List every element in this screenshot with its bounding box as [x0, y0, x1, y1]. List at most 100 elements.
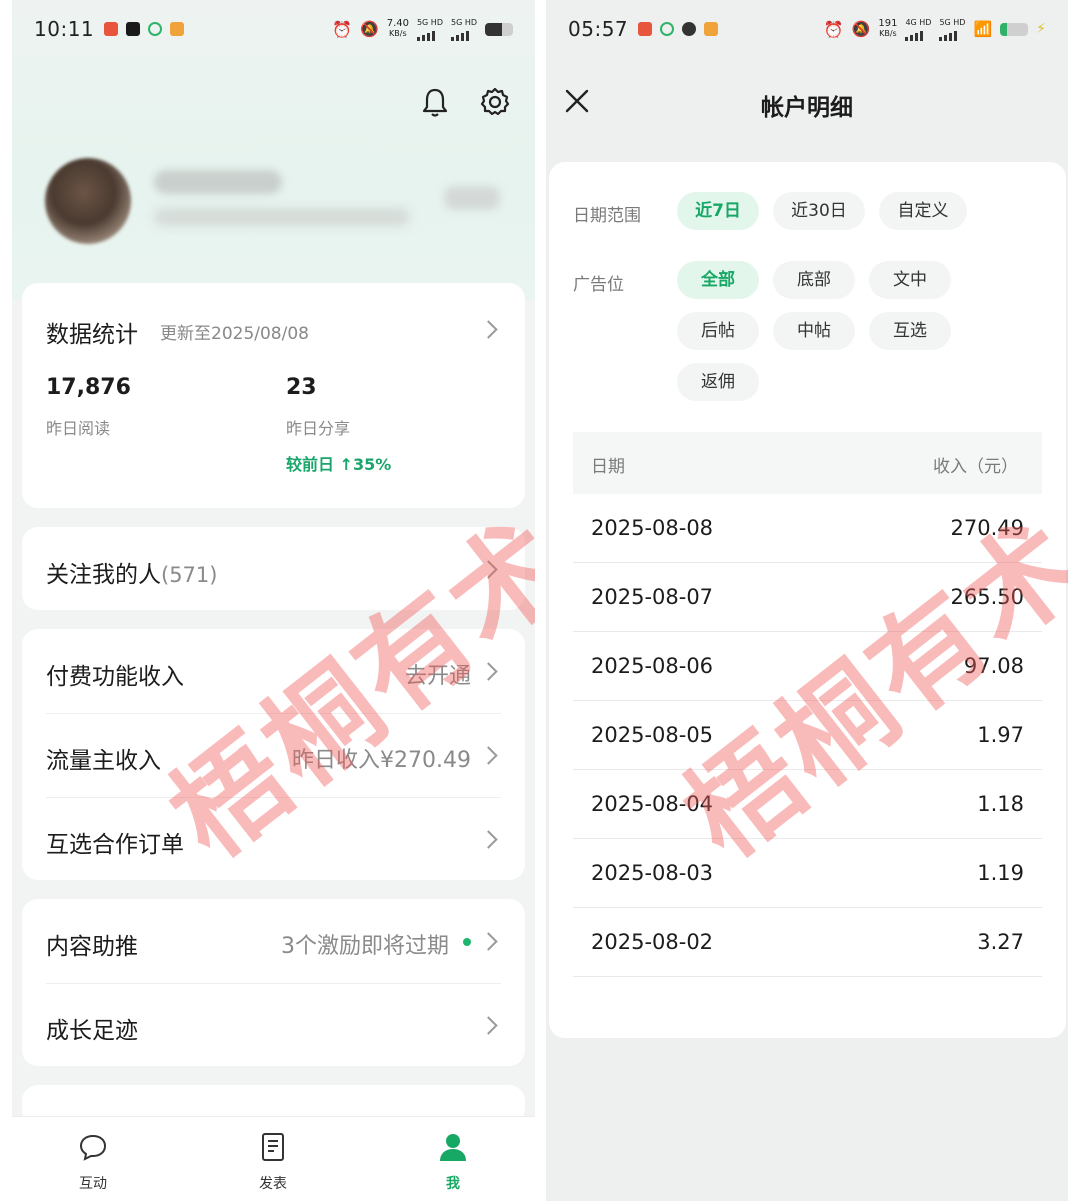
date-range-chip-30d[interactable]: 近30日: [773, 192, 865, 230]
status-bar: 05:57 ⏰ 🔕 191 KB/s 4G HD 5G HD 📶 ⚡: [546, 0, 1068, 58]
chevron-right-icon: [479, 662, 498, 681]
row-income: 1.19: [977, 861, 1024, 885]
battery-icon: [485, 22, 513, 36]
row-income: 3.27: [977, 930, 1024, 954]
chevron-right-icon: [479, 746, 498, 765]
row-income: 97.08: [963, 654, 1024, 678]
menu-row-traffic-income[interactable]: 流量主收入 昨日收入¥270.49: [22, 713, 525, 797]
ad-position-label: 广告位: [573, 275, 624, 295]
menu-row-growth-footprint[interactable]: 成长足迹: [22, 983, 525, 1066]
signal-icon: [450, 27, 477, 41]
reads-value: 17,876: [46, 375, 131, 400]
ad-position-chip-bottom[interactable]: 底部: [773, 261, 855, 299]
chevron-right-icon: [479, 1016, 498, 1035]
net-speed: 7.40: [386, 18, 409, 29]
ad-position-chip-mid-roll[interactable]: 中帖: [773, 312, 855, 350]
charging-icon: ⚡: [1036, 21, 1046, 37]
app-notification-icon: [126, 22, 141, 36]
status-bar: 10:11 ⏰ 🔕 7.40 KB/s 5G HD 5G HD: [12, 0, 535, 58]
mute-icon: 🔕: [360, 20, 379, 38]
account-detail-panel: 日期范围 近7日 近30日 自定义 广告位 全部 底部 文中 后帖 中帖 互选 …: [549, 162, 1066, 1038]
row-date: 2025-08-06: [591, 654, 714, 678]
tab-publish[interactable]: 发表: [223, 1117, 323, 1201]
chevron-right-icon: [479, 932, 498, 951]
menu-value: 去开通: [404, 664, 471, 689]
tab-me[interactable]: 我: [403, 1117, 503, 1201]
mute-icon: 🔕: [851, 20, 871, 38]
row-date: 2025-08-04: [591, 792, 714, 816]
date-range-chip-custom[interactable]: 自定义: [879, 192, 967, 230]
document-icon: [262, 1133, 284, 1161]
app-notification-icon: [660, 22, 675, 36]
ad-position-chip-mutual[interactable]: 互选: [869, 312, 951, 350]
status-time: 05:57: [568, 17, 629, 41]
followers-row[interactable]: 关注我的人(571): [22, 527, 525, 610]
tab-interact[interactable]: 互动: [43, 1117, 143, 1201]
net-unit: KB/s: [389, 29, 407, 38]
row-income: 265.50: [950, 585, 1024, 609]
table-row: 2025-08-05 1.97: [573, 701, 1042, 770]
menu-label: 互选合作订单: [46, 832, 184, 858]
stats-title: 数据统计: [46, 322, 138, 348]
row-date: 2025-08-05: [591, 723, 714, 747]
app-notification-icon: [170, 22, 185, 36]
followers-count: (571): [161, 563, 218, 587]
row-date: 2025-08-03: [591, 861, 714, 885]
menu-row-paid-features[interactable]: 付费功能收入 去开通: [22, 629, 525, 713]
person-icon: [440, 1134, 466, 1161]
sim1-label: 5G HD: [416, 17, 443, 27]
growth-card: 内容助推 3个激励即将过期 成长足迹: [22, 899, 525, 1066]
shares-compare: 较前日 ↑35%: [286, 455, 392, 474]
battery-icon: [1000, 22, 1029, 36]
table-row: 2025-08-03 1.19: [573, 839, 1042, 908]
menu-label: 内容助推: [46, 934, 138, 960]
tab-label: 互动: [79, 1176, 107, 1192]
account-badge-blurred: [444, 186, 500, 210]
menu-label: 付费功能收入: [46, 664, 184, 690]
menu-row-mutual-orders[interactable]: 互选合作订单: [22, 797, 525, 880]
row-date: 2025-08-07: [591, 585, 714, 609]
menu-value: 3个激励即将过期: [281, 934, 449, 959]
followers-label: 关注我的人: [46, 562, 161, 588]
table-row: 2025-08-04 1.18: [573, 770, 1042, 839]
shares-value: 23: [286, 375, 317, 400]
sim2-label: 5G HD: [939, 17, 966, 27]
date-range-chip-7d[interactable]: 近7日: [677, 192, 759, 230]
ad-position-chip-rebate[interactable]: 返佣: [677, 363, 759, 401]
ad-position-chip-in-article[interactable]: 文中: [869, 261, 951, 299]
row-date: 2025-08-02: [591, 930, 714, 954]
ad-position-chip-all[interactable]: 全部: [677, 261, 759, 299]
gear-icon[interactable]: [479, 86, 511, 118]
avatar[interactable]: [45, 158, 131, 244]
chat-bubble-icon: [79, 1134, 107, 1161]
menu-label: 流量主收入: [46, 748, 161, 774]
wifi-icon: 📶: [973, 20, 993, 38]
menu-row-content-boost[interactable]: 内容助推 3个激励即将过期: [22, 899, 525, 983]
row-date: 2025-08-08: [591, 516, 714, 540]
table-row: 2025-08-02 3.27: [573, 908, 1042, 977]
tab-label: 我: [446, 1176, 460, 1192]
row-income: 270.49: [950, 516, 1024, 540]
bell-icon[interactable]: [419, 86, 451, 118]
app-notification-icon: [682, 22, 697, 36]
income-card: 付费功能收入 去开通 流量主收入 昨日收入¥270.49 互选合作订单: [22, 629, 525, 880]
col-date: 日期: [591, 457, 625, 477]
reads-label: 昨日阅读: [46, 419, 111, 438]
account-id-blurred: [154, 208, 410, 226]
signal-icon: [905, 27, 931, 41]
green-dot-badge: [463, 938, 471, 946]
status-time: 10:11: [34, 17, 95, 41]
table-header: 日期 收入（元）: [573, 432, 1042, 494]
tab-label: 发表: [259, 1176, 287, 1192]
app-notification-icon: [638, 22, 653, 36]
account-detail-screen: 05:57 ⏰ 🔕 191 KB/s 4G HD 5G HD 📶 ⚡ 帐户明细 …: [546, 0, 1068, 1201]
ad-position-chip-post-roll[interactable]: 后帖: [677, 312, 759, 350]
alarm-icon: ⏰: [332, 19, 353, 39]
account-name-blurred: [154, 170, 282, 194]
chevron-right-icon: [479, 320, 498, 339]
stats-card[interactable]: 数据统计 更新至2025/08/08 17,876 昨日阅读 23 昨日分享 较…: [22, 283, 525, 508]
sim2-label: 5G HD: [450, 17, 477, 27]
date-range-label: 日期范围: [573, 206, 641, 226]
chevron-right-icon: [479, 560, 498, 579]
table-row: 2025-08-07 265.50: [573, 563, 1042, 632]
